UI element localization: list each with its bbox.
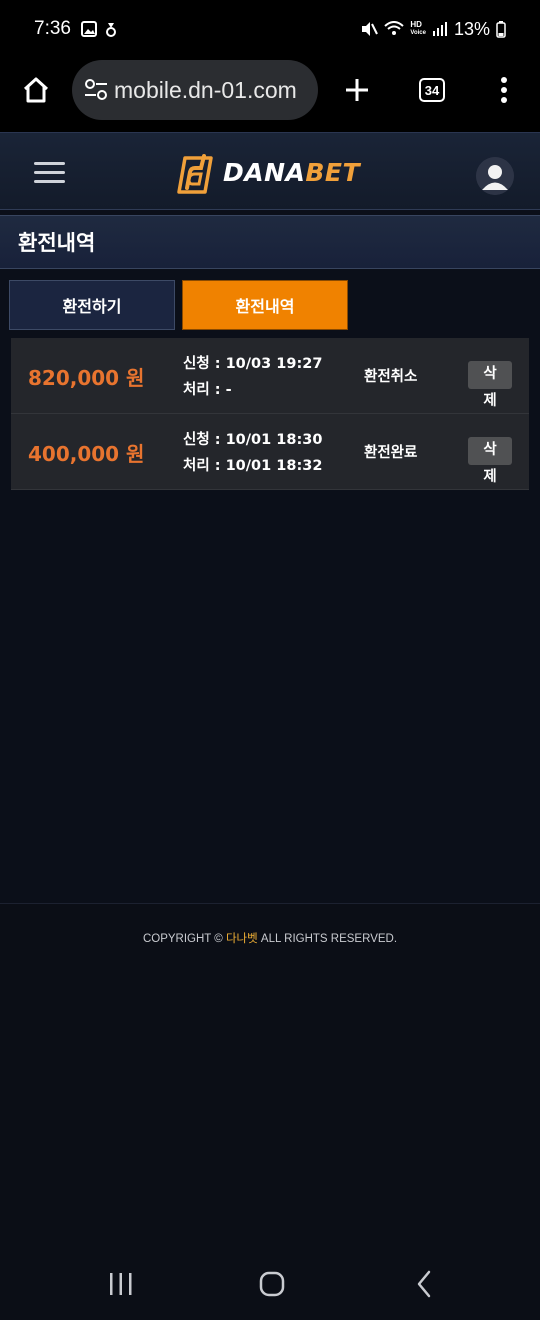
history-status: 환전완료 [364, 445, 418, 461]
tab-exchange-history[interactable]: 환전내역 [182, 280, 348, 330]
tab-switcher-button[interactable]: 34 [412, 70, 452, 110]
hd-voice-icon: HD Voice [410, 21, 426, 37]
logo-mark-icon [177, 154, 213, 194]
exchange-history-list: 820,000 원 신청 : 10/03 19:27 처리 : - 환전취소 삭… [11, 338, 529, 490]
url-text: mobile.dn-01.com [114, 76, 297, 103]
hd-label: HD [410, 20, 422, 29]
history-processed-time: 처리 : 10/01 18:32 [183, 458, 323, 474]
user-avatar-icon[interactable] [476, 157, 514, 195]
hamburger-menu-icon[interactable] [34, 161, 66, 185]
status-right-icons: HD Voice 13% [360, 19, 506, 40]
mute-icon [362, 22, 379, 36]
recent-apps-icon[interactable] [101, 1266, 141, 1302]
history-processed-time: 처리 : - [183, 382, 232, 398]
history-times: 신청 : 10/03 19:27 처리 : - [183, 351, 322, 403]
history-row: 820,000 원 신청 : 10/03 19:27 처리 : - 환전취소 삭… [11, 338, 529, 414]
signal-icon [432, 22, 447, 36]
tab-count: 34 [419, 78, 445, 102]
copyright-text: COPYRIGHT © 다나벳 ALL RIGHTS RESERVED. [0, 930, 540, 946]
logo-word-bet: BET [305, 157, 361, 187]
voice-label: Voice [410, 30, 426, 36]
site-footer: COPYRIGHT © 다나벳 ALL RIGHTS RESERVED. [0, 903, 540, 1248]
copyright-suffix: ALL RIGHTS RESERVED. [257, 933, 398, 945]
status-left-icons [80, 21, 117, 37]
site-settings-icon[interactable] [84, 78, 108, 102]
page-title-bar: 환전내역 [0, 215, 540, 269]
history-amount: 400,000 원 [28, 442, 145, 466]
gallery-icon [80, 21, 97, 37]
history-amount: 820,000 원 [28, 366, 145, 390]
wifi-icon [384, 21, 405, 35]
site-header: DANA BET [0, 132, 540, 210]
status-time: 7:36 [34, 18, 71, 39]
back-nav-icon[interactable] [404, 1266, 444, 1302]
new-tab-icon[interactable] [337, 70, 377, 110]
history-status: 환전취소 [364, 369, 418, 385]
tab-exchange-request[interactable]: 환전하기 [9, 280, 175, 330]
delete-button[interactable]: 삭제 [468, 361, 512, 409]
delete-button[interactable]: 삭제 [468, 437, 512, 485]
history-times: 신청 : 10/01 18:30 처리 : 10/01 18:32 [183, 427, 322, 479]
battery-percent: 13% [453, 18, 490, 39]
app-notification-icon [105, 23, 116, 37]
history-row: 400,000 원 신청 : 10/01 18:30 처리 : 10/01 18… [11, 414, 529, 490]
page-title: 환전내역 [18, 231, 96, 255]
home-icon[interactable] [16, 70, 56, 110]
battery-icon [496, 20, 506, 38]
status-bar: 7:36 HD Voice 13% [0, 0, 540, 58]
browser-toolbar: mobile.dn-01.com 34 [0, 58, 540, 132]
copyright-prefix: COPYRIGHT © [142, 933, 226, 945]
site-logo[interactable]: DANA BET [175, 150, 360, 194]
system-nav-bar [0, 1248, 540, 1320]
more-menu-icon[interactable] [484, 70, 524, 110]
history-request-time: 신청 : 10/03 19:27 [183, 356, 323, 372]
home-nav-icon[interactable] [252, 1266, 292, 1302]
copyright-brand: 다나벳 [225, 933, 258, 945]
logo-word-dana: DANA [223, 157, 306, 187]
address-bar[interactable]: mobile.dn-01.com [72, 60, 318, 120]
history-request-time: 신청 : 10/01 18:30 [183, 432, 323, 448]
